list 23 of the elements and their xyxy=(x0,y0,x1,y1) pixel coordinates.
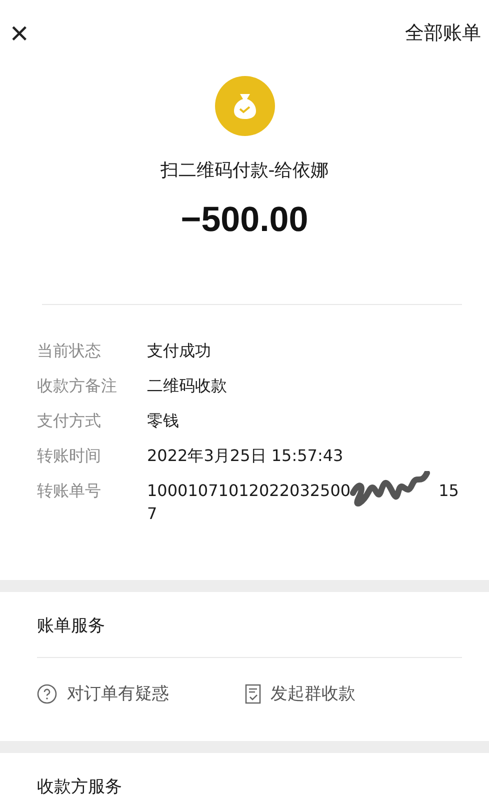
section-title: 账单服务 xyxy=(37,615,106,638)
detail-label: 当前状态 xyxy=(37,340,102,362)
detail-value: 2022年3月25日 15:57:43 xyxy=(147,445,344,467)
detail-value: 支付成功 xyxy=(147,340,211,362)
detail-label: 支付方式 xyxy=(37,410,102,432)
payment-amount: −500.00 xyxy=(180,200,308,240)
help-icon xyxy=(37,684,57,704)
payment-title: 扫二维码付款-给依娜 xyxy=(160,159,329,182)
all-bills-link[interactable]: 全部账单 xyxy=(405,20,481,46)
section-title: 收款方服务 xyxy=(37,776,123,798)
money-bag-icon xyxy=(214,76,274,136)
detail-value: 零钱 xyxy=(147,410,179,432)
detail-label: 转账单号 xyxy=(37,480,102,502)
detail-label: 转账时间 xyxy=(37,445,102,467)
service-action[interactable]: 对订单有疑惑 xyxy=(37,682,244,705)
detail-label: 收款方备注 xyxy=(37,375,118,397)
transfer-number: 15 xyxy=(438,480,459,502)
detail-value: 二维码收款 xyxy=(147,375,227,397)
close-button[interactable]: × xyxy=(10,18,29,48)
transfer-number: 7 xyxy=(147,503,158,525)
checklist-icon xyxy=(244,684,260,704)
transfer-number: 10001071012022032500 xyxy=(147,480,351,502)
service-action[interactable]: 发起群收款 xyxy=(244,682,452,705)
